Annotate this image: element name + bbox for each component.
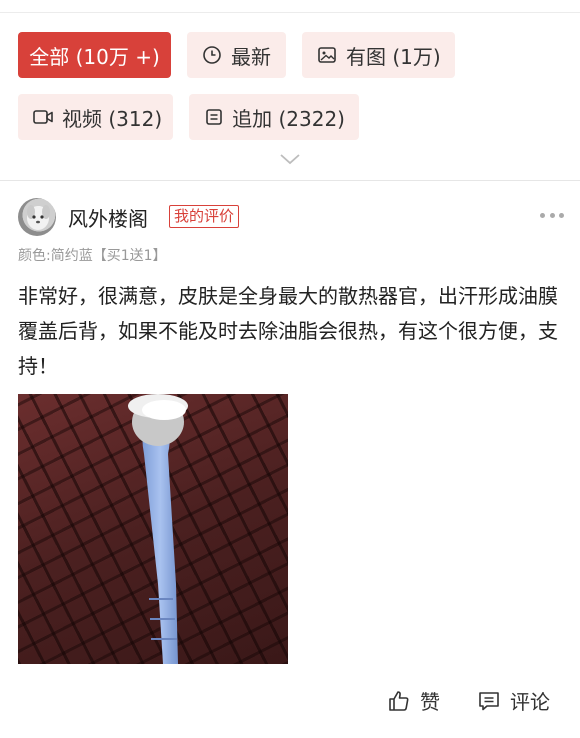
more-dots-icon[interactable] [540,211,564,219]
append-icon [203,106,224,128]
filter-video-chip[interactable]: 视频 (312) [18,94,173,140]
video-icon [32,106,54,128]
review-card: 风外楼阁 我的评价 颜色:简约蓝【买1送1】 非常好，很满意，皮肤是全身最大的散… [0,181,580,738]
comment-icon [476,688,502,714]
filter-append-chip[interactable]: 追加 (2322) [189,94,359,140]
avatar[interactable] [18,198,56,236]
filter-all-chip[interactable]: 全部 (10万 +) [18,32,171,78]
thumbs-up-icon [386,688,412,714]
filter-all-label: 全部 (10万 +) [29,44,160,69]
review-filter-panel: 全部 (10万 +) 最新 有图 (1万) 视频 (312) 追加 (2322) [0,13,580,180]
comment-button[interactable]: 评论 [476,686,550,715]
filter-latest-label: 最新 [231,44,271,69]
username[interactable]: 风外楼阁 [68,203,148,232]
review-text: 非常好，很满意，皮肤是全身最大的散热器官，出汗形成油膜覆盖后背，如果不能及时去除… [18,284,558,378]
filter-pictures-chip[interactable]: 有图 (1万) [302,32,455,78]
my-review-badge: 我的评价 [169,205,240,228]
image-icon [316,44,338,66]
like-label: 赞 [420,690,440,714]
chevron-down-icon[interactable] [278,151,302,167]
filter-video-label: 视频 (312) [62,106,163,131]
filter-latest-chip[interactable]: 最新 [187,32,286,78]
like-button[interactable]: 赞 [386,686,440,715]
top-strip [0,0,580,13]
clock-icon [201,44,223,66]
review-actions: 赞 评论 [0,686,580,718]
filter-append-label: 追加 (2322) [232,106,345,131]
sku-info: 颜色:简约蓝【买1送1】 [18,248,167,264]
review-photo[interactable] [18,394,288,664]
filter-pictures-label: 有图 (1万) [346,44,441,69]
comment-label: 评论 [510,690,550,714]
